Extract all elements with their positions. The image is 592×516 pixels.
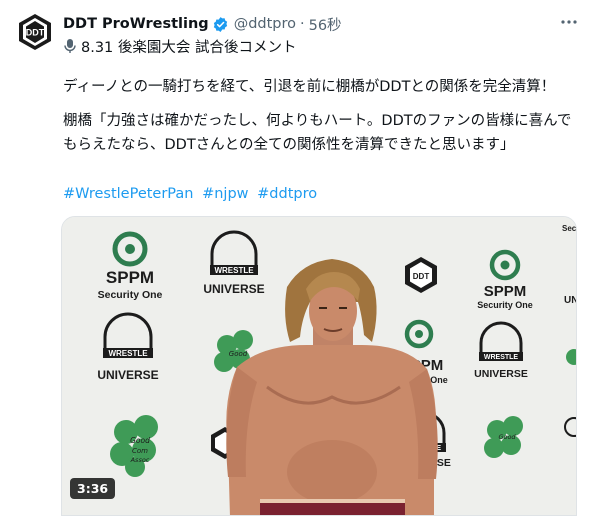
video-thumbnail: SPPM Security One WRESTLE UNIVERSE DDT S… [62,217,577,515]
hashtag-link[interactable]: #ddtpro [257,186,317,202]
partial-universe-text: UNI [564,295,577,306]
ddt-logo-icon: DDT [19,14,51,50]
more-options-icon[interactable] [558,11,580,33]
verified-badge-icon [212,16,229,33]
sppm-name: SPPM [106,268,154,287]
subline-text: 8.31 後楽園大会 試合後コメント [81,39,297,56]
tweet-paragraph-2: 棚橋「力強さは確かだったし、何よりもハート。DDTのファンの皆様に喜んでもらえた… [63,113,572,153]
good-com-text: Com [132,447,148,455]
tweet-paragraph-1: ディーノとの一騎打ちを経て、引退を前に棚橋がDDTとの関係を完全清算！ [63,79,556,95]
hashtag-link[interactable]: #WrestlePeterPan [63,186,193,202]
universe-text: UNIVERSE [203,282,264,296]
corner-logo-text: Securi [562,224,577,233]
timestamp[interactable]: 56秒 [309,14,342,35]
author-handle[interactable]: @ddtpro [234,16,296,32]
sppm-sub: Security One [477,300,533,310]
good-com-text: Assoc [130,456,150,464]
wrestle-text: WRESTLE [484,354,519,361]
tweet-header: DDT ProWrestling @ddtpro · 56秒 [63,13,572,35]
video-duration-badge: 3:36 [70,478,116,499]
hashtag-list: #WrestlePeterPan #njpw #ddtpro [63,182,321,206]
wrestle-text: WRESTLE [108,349,148,358]
good-com-text: Good [498,433,516,441]
microphone-icon [63,38,77,54]
video-player[interactable]: SPPM Security One WRESTLE UNIVERSE DDT S… [61,216,577,516]
sppm-sub: Security One [98,289,163,301]
good-com-text: Good [229,350,248,358]
author-name[interactable]: DDT ProWrestling [63,16,209,32]
hashtag-link[interactable]: #njpw [202,186,248,202]
universe-text: UNIVERSE [97,368,158,382]
good-com-text: Good [130,436,150,445]
ddt-letters: DDT [413,272,430,281]
avatar[interactable]: DDT [15,12,55,52]
tweet-subline: 8.31 後楽園大会 試合後コメント [63,36,297,56]
avatar-text: DDT [26,28,45,38]
separator-dot: · [300,16,305,32]
wrestle-text: WRESTLE [214,266,254,275]
sppm-name: SPPM [484,283,527,300]
universe-text: UNIVERSE [474,368,528,380]
tweet-body: ディーノとの一騎打ちを経て、引退を前に棚橋がDDTとの関係を完全清算！ 棚橋「力… [63,75,578,157]
